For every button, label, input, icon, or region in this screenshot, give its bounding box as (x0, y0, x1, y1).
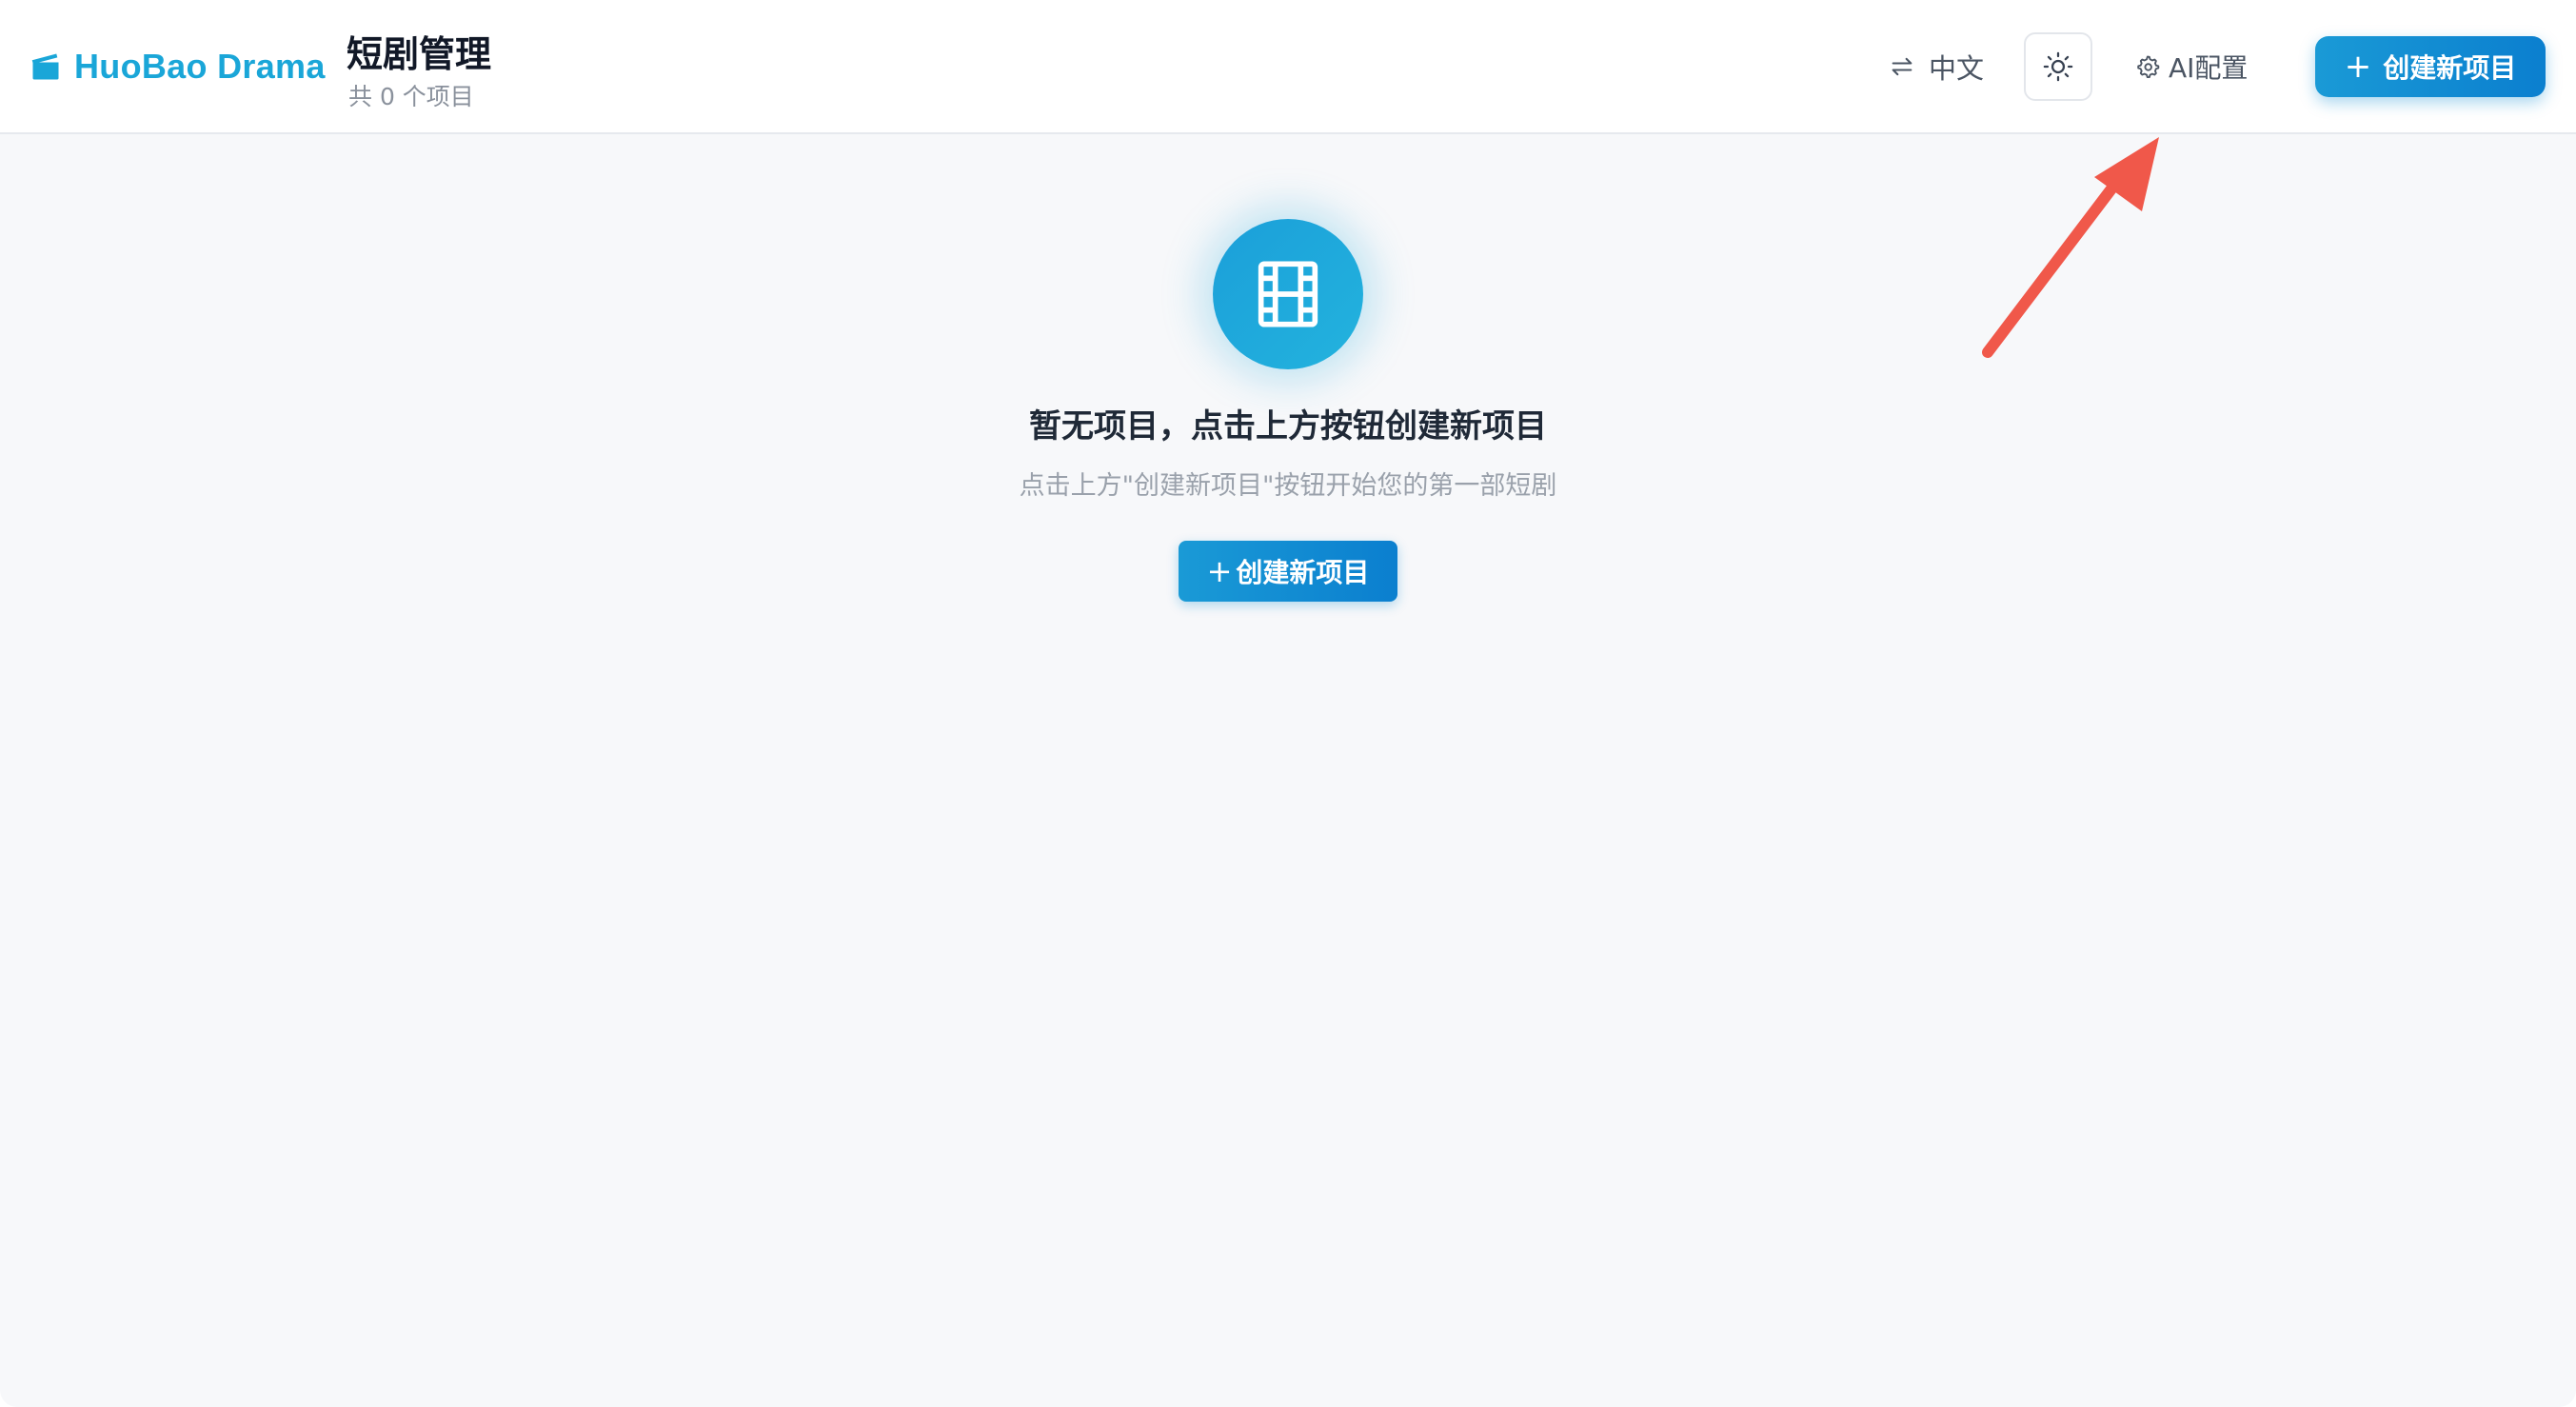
language-label: 中文 (1929, 52, 1985, 85)
create-project-button[interactable]: + 创建新项目 (2315, 36, 2546, 97)
gear-icon (2137, 55, 2160, 79)
film-icon (1258, 261, 1318, 327)
ai-config-label: AI配置 (2169, 52, 2249, 84)
brand-name: HuoBao Drama (74, 47, 326, 86)
plus-icon: + (2344, 48, 2372, 86)
language-switch-button[interactable]: 中文 (1889, 46, 1984, 88)
page-title: 短剧管理 (347, 33, 492, 75)
annotation-arrow-shaft (1982, 158, 2136, 358)
theme-toggle-button[interactable] (2024, 32, 2092, 101)
clapperboard-icon (31, 53, 59, 80)
empty-state-create-label: 创建新项目 (1236, 557, 1370, 588)
brand-logo[interactable]: HuoBao Drama (29, 46, 326, 88)
empty-state-title: 暂无项目，点击上方按钮创建新项目 (1029, 407, 1547, 446)
language-switch-icon (1892, 57, 1912, 76)
empty-state-icon-circle (1213, 219, 1363, 369)
create-project-label: 创建新项目 (2383, 52, 2517, 84)
ai-config-button[interactable]: AI配置 (2134, 46, 2248, 88)
sun-icon (2043, 51, 2073, 82)
empty-state-description: 点击上方"创建新项目"按钮开始您的第一部短剧 (1019, 471, 1557, 501)
app-window: HuoBao Drama 短剧管理 共 0 个项目 中文 AI配置 + 创建新项… (0, 0, 2576, 1407)
annotation-arrow (1982, 137, 2159, 358)
empty-state-create-button[interactable]: + 创建新项目 (1179, 541, 1397, 602)
project-count: 共 0 个项目 (348, 83, 474, 110)
plus-icon: + (1206, 553, 1233, 589)
top-header: HuoBao Drama 短剧管理 共 0 个项目 中文 AI配置 + 创建新项… (0, 0, 2576, 134)
